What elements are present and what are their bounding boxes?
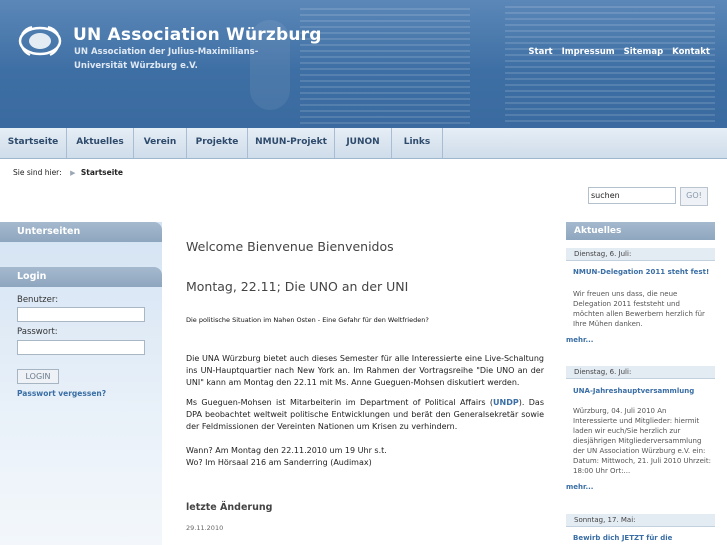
news-title-link[interactable]: UNA-Jahreshauptversammlung	[573, 386, 711, 396]
news-title-link[interactable]: Bewirb dich JETZT für die	[573, 533, 711, 543]
news-body: Würzburg, 04. Juli 2010 An Interessierte…	[573, 407, 711, 475]
nav-item-junon[interactable]: JUNON	[335, 128, 392, 158]
news-heading: Aktuelles	[566, 222, 715, 240]
site-header: UN Association Würzburg UN Association d…	[0, 0, 727, 128]
article-paragraph: Die UNA Würzburg bietet auch dieses Seme…	[186, 354, 544, 387]
main-nav: Startseite Aktuelles Verein Projekte NMU…	[0, 128, 727, 159]
last-change-label: letzte Änderung	[186, 502, 273, 513]
password-field[interactable]	[17, 340, 145, 355]
header-background-image	[300, 8, 470, 126]
login-heading: Login	[0, 267, 162, 287]
header-background-image	[505, 6, 715, 126]
username-field[interactable]	[17, 307, 145, 322]
top-link-kontakt[interactable]: Kontakt	[672, 47, 710, 57]
site-title[interactable]: UN Association Würzburg	[73, 25, 322, 45]
news-date: Dienstag, 6. Juli:	[566, 366, 715, 379]
breadcrumb-arrow-icon: ▶	[70, 169, 76, 177]
top-link-impressum[interactable]: Impressum	[562, 47, 615, 57]
breadcrumb-current[interactable]: Startseite	[81, 168, 123, 177]
welcome-heading: Welcome Bienvenue Bienvenidos	[186, 239, 394, 254]
top-link-start[interactable]: Start	[528, 47, 552, 57]
subpages-heading: Unterseiten	[0, 222, 162, 242]
nav-item-links[interactable]: Links	[392, 128, 443, 158]
news-more-link[interactable]: mehr...	[566, 336, 593, 344]
news-date: Sonntag, 17. Mai:	[566, 514, 715, 527]
login-button[interactable]: LOGIN	[17, 369, 59, 384]
forgot-password-link[interactable]: Passwort vergessen?	[17, 389, 106, 398]
breadcrumb: Sie sind hier: ▶ Startseite	[13, 168, 123, 177]
nav-item-startseite[interactable]: Startseite	[0, 128, 67, 158]
un-emblem-icon[interactable]	[18, 24, 62, 58]
nav-item-aktuelles[interactable]: Aktuelles	[67, 128, 134, 158]
breadcrumb-prefix: Sie sind hier:	[13, 168, 62, 177]
paragraph-text: Ms Gueguen-Mohsen ist Mitarbeiterin im D…	[186, 398, 494, 407]
nav-item-projekte[interactable]: Projekte	[187, 128, 248, 158]
top-links: Start Impressum Sitemap Kontakt	[522, 47, 710, 57]
last-change-date: 29.11.2010	[186, 524, 224, 532]
news-more-link[interactable]: mehr...	[566, 483, 593, 491]
top-link-sitemap[interactable]: Sitemap	[624, 47, 664, 57]
site-subtitle: UN Association der Julius-Maximilians-Un…	[74, 47, 259, 71]
undp-link[interactable]: UNDP	[493, 398, 519, 407]
news-date: Dienstag, 6. Juli:	[566, 248, 715, 261]
article-title: Montag, 22.11; Die UNO an der UNI	[186, 279, 409, 294]
article-paragraph: Ms Gueguen-Mohsen ist Mitarbeiterin im D…	[186, 397, 544, 433]
news-title-link[interactable]: NMUN-Delegation 2011 steht fest!	[573, 267, 711, 277]
username-label: Benutzer:	[17, 295, 59, 305]
event-when: Wann? Am Montag den 22.11.2010 um 19 Uhr…	[186, 446, 387, 455]
news-body: Wir freuen uns dass, die neue Delegation…	[573, 290, 705, 328]
nav-item-verein[interactable]: Verein	[134, 128, 187, 158]
search-button[interactable]: GO!	[680, 187, 708, 206]
event-where: Wo? Im Hörsaal 216 am Sanderring (Audima…	[186, 458, 372, 467]
nav-item-nmun-projekt[interactable]: NMUN-Projekt	[248, 128, 335, 158]
article-lead: Die politische Situation im Nahen Osten …	[186, 316, 429, 324]
password-label: Passwort:	[17, 327, 58, 337]
search-input[interactable]	[588, 187, 676, 204]
